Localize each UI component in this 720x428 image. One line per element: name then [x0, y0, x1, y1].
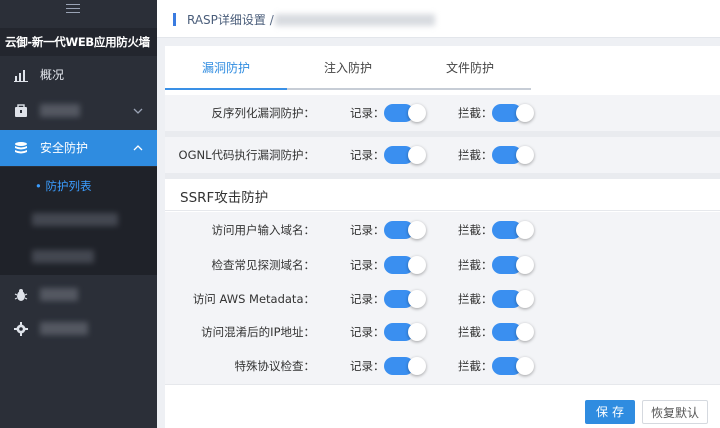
- record-label: 记录：: [350, 325, 385, 339]
- record-toggle[interactable]: [384, 256, 426, 274]
- breadcrumb-current: RASP详细设置 /: [187, 13, 274, 27]
- sidebar-item-label: 安全防护: [40, 141, 89, 155]
- block-label: 拦截：: [458, 359, 493, 373]
- sidebar: 云御-新一代WEB应用防火墙 概况 安全防护 • 防护列表: [0, 0, 157, 428]
- setting-row-ssrf: 访问用户输入域名： 记录： 拦截：: [165, 212, 720, 248]
- record-label: 记录：: [350, 148, 385, 162]
- menu-toggle-icon[interactable]: [66, 4, 80, 16]
- row-label: 访问混淆后的IP地址：: [201, 325, 315, 339]
- row-separator: [165, 173, 720, 179]
- breadcrumb-accent-bar: [173, 13, 176, 26]
- setting-row-ognl: OGNL代码执行漏洞防护： 记录： 拦截：: [165, 137, 720, 173]
- tab-underline: [409, 88, 531, 90]
- tab-file[interactable]: 文件防护: [409, 46, 531, 90]
- obscured-subitem[interactable]: [32, 250, 94, 263]
- block-toggle[interactable]: [492, 357, 534, 375]
- setting-row-ssrf: 检查常见探测域名： 记录： 拦截：: [165, 247, 720, 283]
- row-label: OGNL代码执行漏洞防护：: [178, 148, 315, 162]
- tab-label: 文件防护: [445, 61, 494, 75]
- obscured-label: [40, 322, 88, 335]
- chevron-down-icon: [133, 108, 143, 114]
- record-label: 记录：: [350, 223, 385, 237]
- brand-title: 云御-新一代WEB应用防火墙: [0, 28, 157, 56]
- sidebar-item-obscured-2[interactable]: [0, 277, 157, 313]
- block-toggle[interactable]: [492, 221, 534, 239]
- setting-row-ssrf: 访问混淆后的IP地址： 记录： 拦截：: [165, 314, 720, 350]
- row-label: 访问用户输入域名：: [211, 223, 316, 237]
- record-label: 记录：: [350, 359, 385, 373]
- obscured-label: [40, 288, 78, 301]
- block-toggle[interactable]: [492, 256, 534, 274]
- bar-chart-icon: [14, 70, 28, 82]
- section-title-ssrf: SSRF攻击防护: [180, 190, 269, 206]
- record-toggle[interactable]: [384, 146, 426, 164]
- tab-label: 漏洞防护: [201, 61, 250, 75]
- sidebar-item-label: 概况: [40, 68, 65, 82]
- tab-bar: 漏洞防护 注入防护 文件防护: [165, 46, 720, 90]
- record-toggle[interactable]: [384, 221, 426, 239]
- block-toggle[interactable]: [492, 104, 534, 122]
- record-toggle[interactable]: [384, 290, 426, 308]
- row-label: 访问 AWS Metadata：: [192, 292, 315, 306]
- tab-vulnerability[interactable]: 漏洞防护: [165, 46, 287, 90]
- record-label: 记录：: [350, 106, 385, 120]
- section-divider: [165, 210, 720, 211]
- database-icon: [15, 142, 27, 154]
- footer-divider: [165, 384, 720, 385]
- sidebar-subitem-protection-list[interactable]: • 防护列表: [35, 178, 91, 194]
- block-label: 拦截：: [458, 258, 493, 272]
- gear-icon: [14, 322, 28, 336]
- record-label: 记录：: [350, 292, 385, 306]
- row-label: 特殊协议检查：: [234, 359, 316, 373]
- restore-default-button[interactable]: 恢复默认: [642, 400, 708, 424]
- breadcrumb: RASP详细设置 /: [157, 0, 720, 38]
- row-label: 反序列化漏洞防护：: [211, 106, 316, 120]
- obscured-label: [40, 104, 80, 117]
- security-submenu: • 防护列表: [0, 167, 157, 275]
- setting-row-ssrf: 特殊协议检查： 记录： 拦截：: [165, 348, 720, 384]
- record-toggle[interactable]: [384, 357, 426, 375]
- block-label: 拦截：: [458, 292, 493, 306]
- block-toggle[interactable]: [492, 290, 534, 308]
- obscured-breadcrumb: [275, 14, 435, 26]
- main-panel: 漏洞防护 注入防护 文件防护 反序列化漏洞防护： 记录： 拦截： OGNL代码执…: [165, 46, 720, 428]
- block-label: 拦截：: [458, 148, 493, 162]
- block-label: 拦截：: [458, 106, 493, 120]
- setting-row-ssrf: 访问 AWS Metadata： 记录： 拦截：: [165, 281, 720, 317]
- tab-underline: [287, 88, 409, 90]
- sidebar-item-obscured-3[interactable]: [0, 311, 157, 347]
- block-label: 拦截：: [458, 223, 493, 237]
- obscured-subitem[interactable]: [32, 213, 118, 226]
- toolbox-icon: [15, 104, 27, 117]
- record-label: 记录：: [350, 258, 385, 272]
- tab-label: 注入防护: [323, 61, 372, 75]
- tab-underline: [165, 88, 287, 90]
- row-label: 检查常见探测域名：: [211, 258, 316, 272]
- bug-icon: [14, 289, 28, 301]
- block-toggle[interactable]: [492, 146, 534, 164]
- record-toggle[interactable]: [384, 323, 426, 341]
- save-button[interactable]: 保存: [585, 400, 635, 424]
- tab-injection[interactable]: 注入防护: [287, 46, 409, 90]
- sidebar-item-security[interactable]: 安全防护: [0, 130, 157, 166]
- sidebar-item-obscured-1[interactable]: [0, 93, 157, 129]
- chevron-up-icon: [133, 145, 143, 151]
- sidebar-item-overview[interactable]: 概况: [0, 57, 157, 93]
- setting-row-deserialization: 反序列化漏洞防护： 记录： 拦截：: [165, 95, 720, 131]
- block-label: 拦截：: [458, 325, 493, 339]
- block-toggle[interactable]: [492, 323, 534, 341]
- record-toggle[interactable]: [384, 104, 426, 122]
